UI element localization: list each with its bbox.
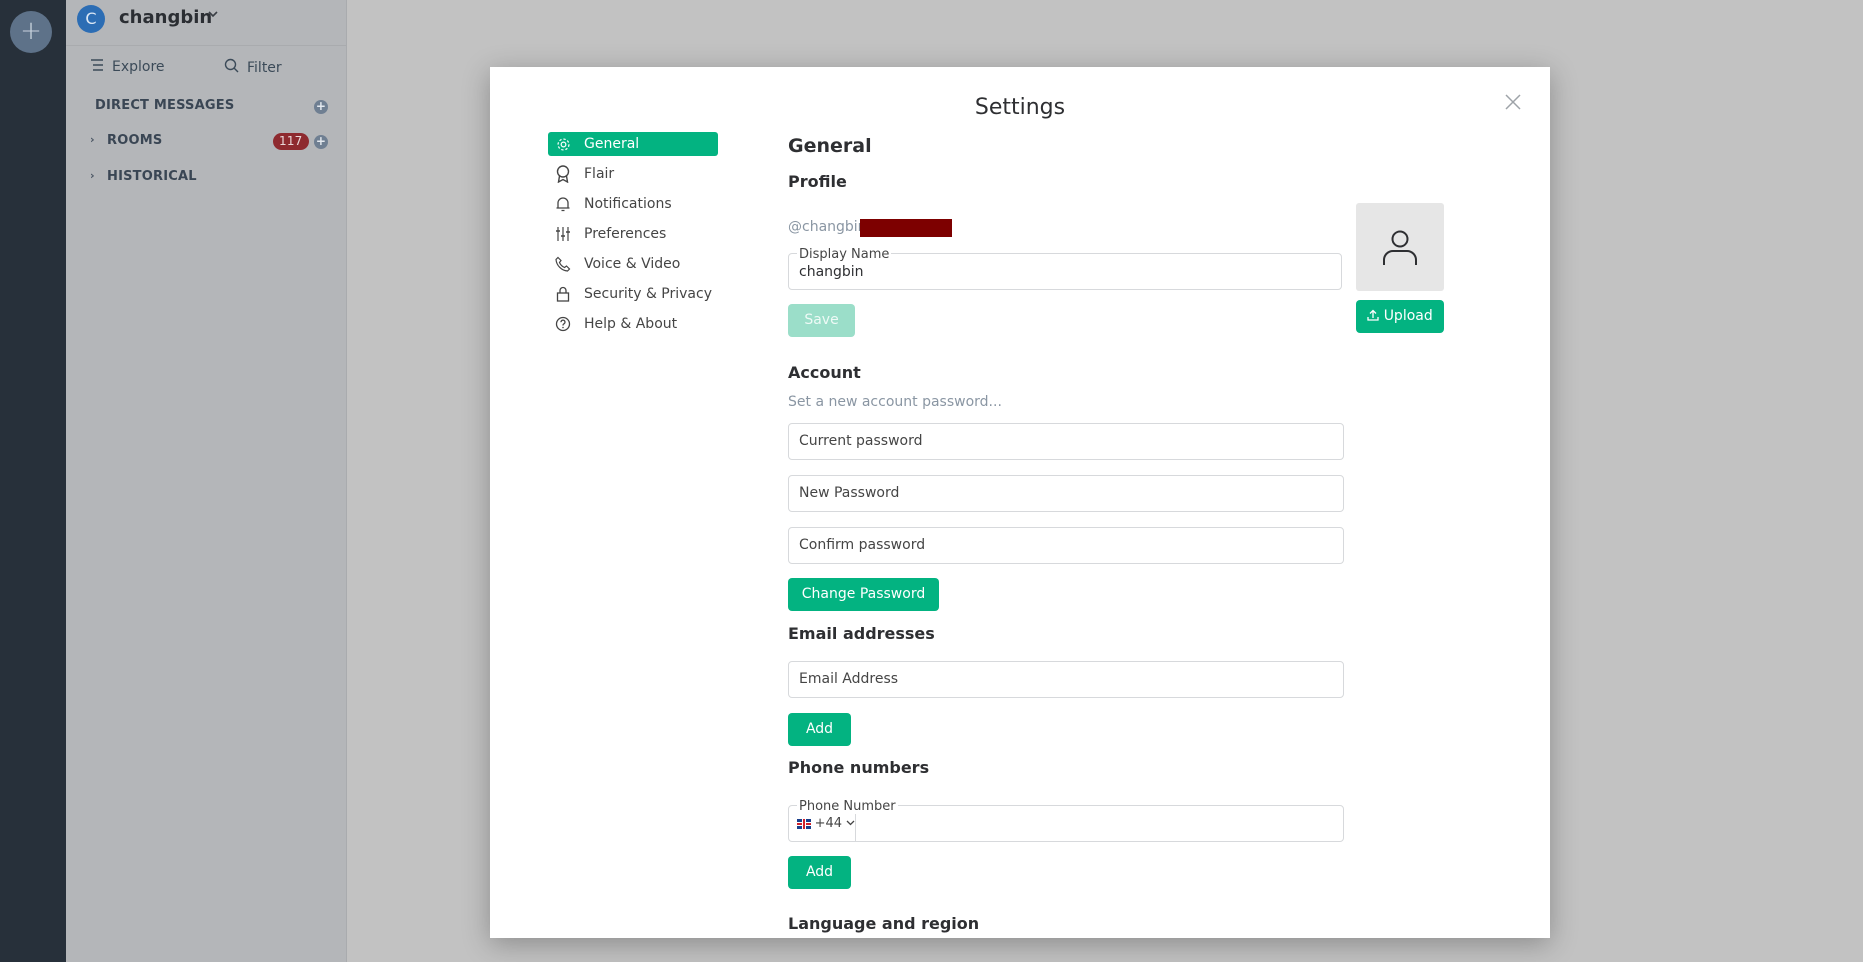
section-label: ROOMS [107,133,163,148]
add-space-button[interactable]: + [10,11,52,53]
sliders-icon [554,225,572,243]
phone-number-label: Phone Number [797,799,898,814]
add-direct-message-icon[interactable]: + [314,100,328,114]
display-name-value: changbin [799,264,864,280]
tab-preferences[interactable]: Preferences [548,222,718,246]
tab-security-privacy[interactable]: Security & Privacy [548,282,718,306]
account-hint: Set a new account password... [788,394,1002,410]
tab-label: Notifications [584,196,672,212]
display-name-label: Display Name [797,247,892,262]
dialog-title: Settings [974,95,1066,120]
lock-icon [554,285,572,303]
phone-icon [554,255,572,273]
confirm-password-placeholder: Confirm password [799,537,926,553]
tab-voice-video[interactable]: Voice & Video [548,252,718,276]
change-password-button[interactable]: Change Password [788,578,939,611]
tab-label: Security & Privacy [584,286,712,302]
confirm-password-input[interactable]: Confirm password [788,527,1344,564]
unread-badge: 117 [273,133,309,150]
upload-label: Upload [1383,308,1433,324]
tab-label: General [584,136,640,152]
add-phone-button[interactable]: Add [788,856,851,889]
avatar[interactable]: C [77,5,105,33]
filter-input[interactable]: Filter [224,58,282,77]
display-name-field[interactable]: Display Name changbin [788,247,1342,290]
chevron-right-icon: › [90,133,95,146]
explore-button[interactable]: Explore [90,58,165,76]
avatar[interactable] [1356,203,1444,291]
chevron-right-icon: › [90,169,95,182]
filter-label: Filter [247,59,282,76]
add-email-button[interactable]: Add [788,713,851,746]
upload-icon [1367,308,1383,324]
user-id: @changbin [788,219,867,235]
country-code: +44 [814,816,842,831]
add-room-icon[interactable]: + [314,135,328,149]
phone-heading: Phone numbers [788,758,930,777]
language-heading: Language and region [788,914,980,933]
tab-label: Preferences [584,226,667,242]
tab-label: Flair [584,166,615,182]
username[interactable]: changbin [119,7,212,28]
account-heading: Account [788,363,861,382]
new-password-input[interactable]: New Password [788,475,1344,512]
current-password-placeholder: Current password [799,433,923,449]
user-icon [1383,230,1417,265]
chevron-down-icon [846,816,855,831]
phone-number-field[interactable]: Phone Number +44 [788,799,1344,842]
user-menu[interactable]: C changbin [66,0,347,46]
redaction-box [860,219,952,237]
tab-help-about[interactable]: Help & About [548,312,718,336]
tab-label: Voice & Video [584,256,681,272]
explore-label: Explore [112,59,165,75]
section-label: DIRECT MESSAGES [95,98,235,113]
space-rail: + [0,0,66,962]
email-input[interactable]: Email Address [788,661,1344,698]
tab-notifications[interactable]: Notifications [548,192,718,216]
tab-label: Help & About [584,316,678,332]
help-icon [554,315,572,333]
upload-button[interactable]: Upload [1356,300,1444,333]
room-list-panel: C changbin Explore Filter DIRECT MESSAGE… [66,0,347,962]
bell-icon [554,195,572,213]
profile-heading: Profile [788,172,847,191]
uk-flag-icon [797,818,811,829]
save-button[interactable]: Save [788,304,855,337]
settings-dialog: Settings General Flair Notifications Pre… [490,67,1550,938]
new-password-placeholder: New Password [799,485,900,501]
email-heading: Email addresses [788,624,935,643]
page-title: General [788,135,872,157]
section-label: HISTORICAL [107,169,197,184]
ribbon-icon [554,165,572,183]
gear-icon [554,135,572,153]
tab-flair[interactable]: Flair [548,162,718,186]
list-icon [90,58,104,76]
tab-general[interactable]: General [548,132,718,156]
chevron-down-icon[interactable] [207,8,219,24]
current-password-input[interactable]: Current password [788,423,1344,460]
email-placeholder: Email Address [799,671,899,687]
close-icon[interactable] [1504,93,1522,111]
search-icon [224,58,239,77]
